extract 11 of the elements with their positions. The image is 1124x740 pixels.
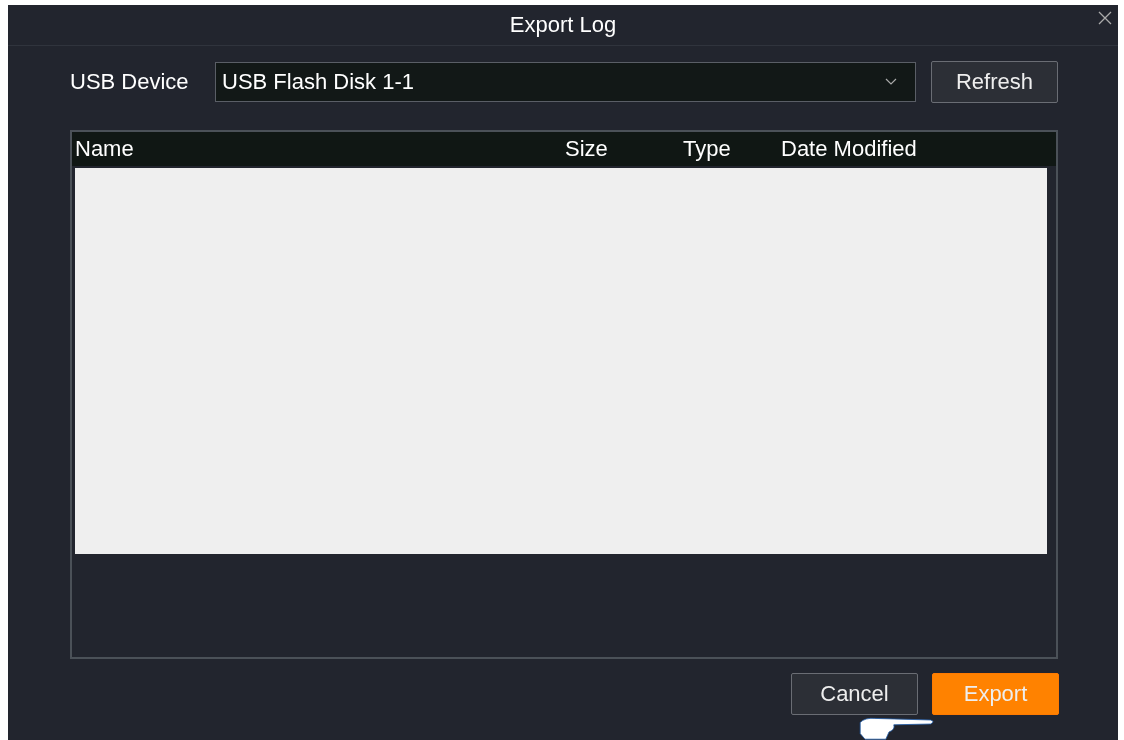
field-label: USB Device — [70, 69, 190, 95]
cancel-button[interactable]: Cancel — [791, 673, 918, 715]
column-header: Name — [74, 136, 135, 162]
dialog-title: Export Log — [509, 12, 617, 38]
column-header: Date Modified — [781, 136, 918, 162]
column-header: Type — [683, 136, 732, 162]
refresh-button[interactable]: Refresh — [931, 61, 1058, 103]
column-header: Size — [565, 136, 609, 162]
usb-device-dropdown[interactable]: USB Flash Disk 1-1 — [215, 62, 916, 102]
close-icon[interactable] — [1098, 11, 1112, 25]
chevron-down-icon — [885, 78, 897, 86]
